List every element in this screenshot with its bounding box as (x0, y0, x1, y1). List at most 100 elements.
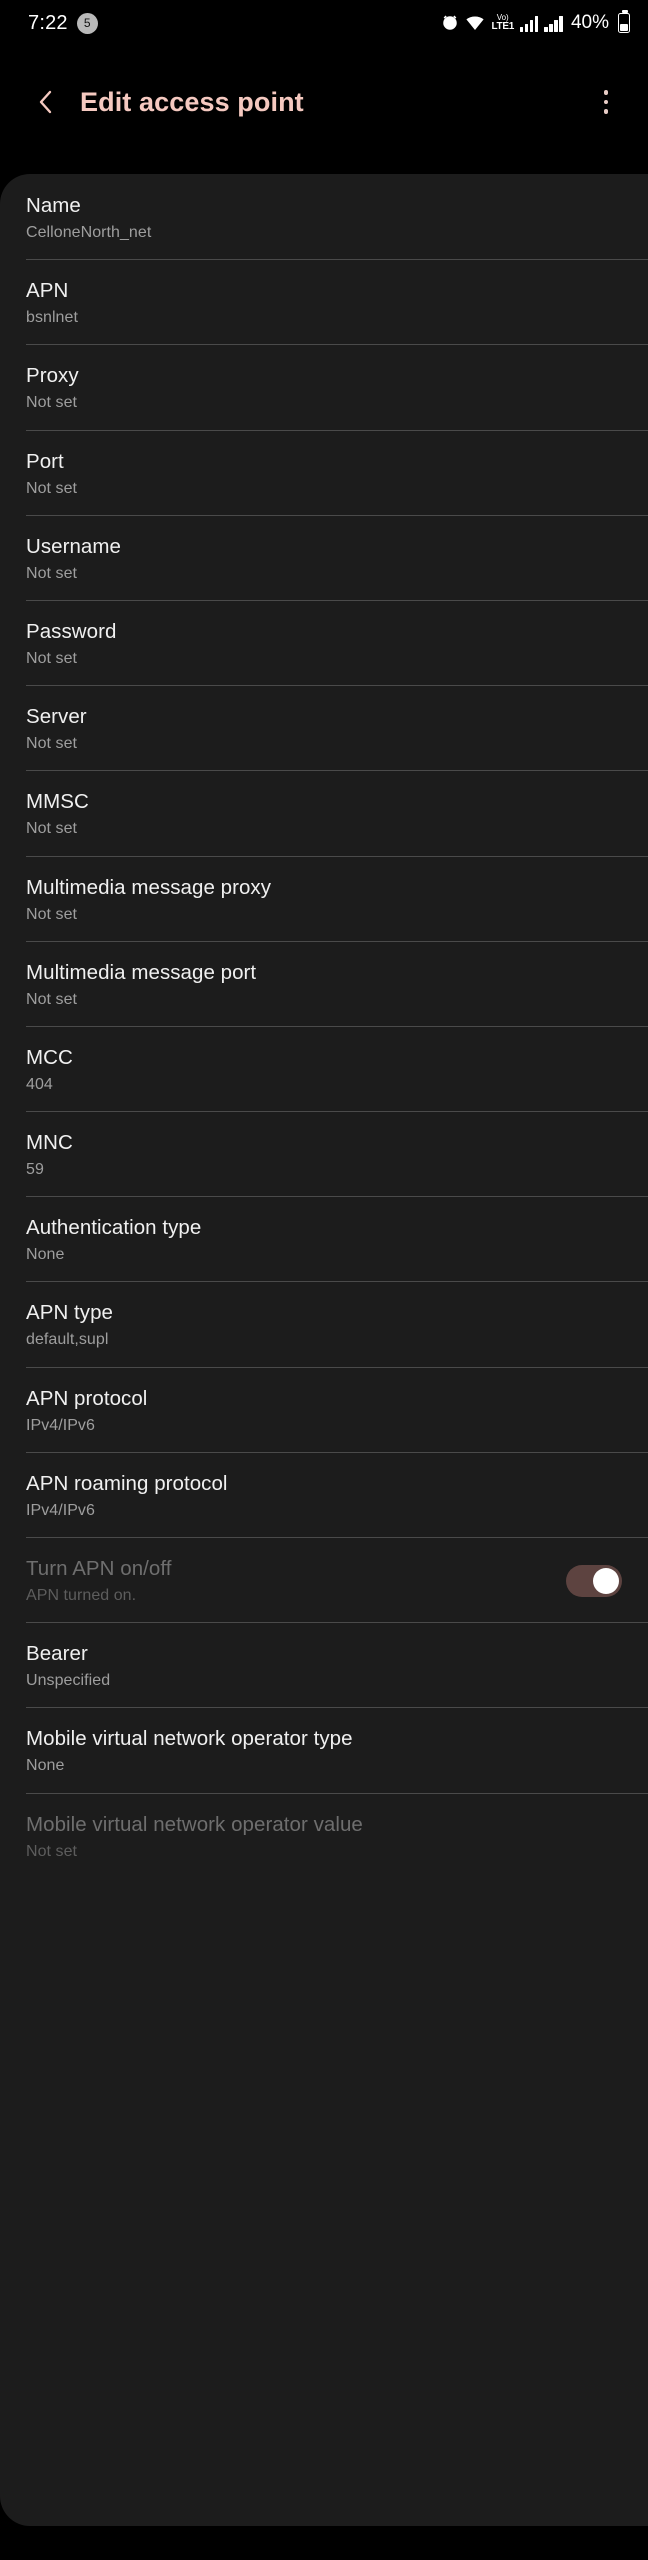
preference-summary: Not set (26, 649, 78, 667)
back-button[interactable] (26, 82, 66, 122)
volte-label: LTE1 (491, 21, 514, 32)
preference-row[interactable]: APN type default,supl (0, 1281, 648, 1366)
preference-row[interactable]: Username Not set (0, 514, 648, 600)
preference-title: APN roaming protocol (26, 1471, 228, 1495)
preference-texts: APN type default,supl (26, 1300, 113, 1349)
preference-texts: Name CelloneNorth_net (26, 193, 151, 242)
preference-summary: Not set (26, 1842, 78, 1860)
preference-summary: IPv4/IPv6 (26, 1501, 95, 1519)
preference-row[interactable]: Proxy Not set (0, 344, 648, 429)
status-bar-clock: 7:22 (28, 11, 68, 34)
status-bar-right: Vo) LTE1 40% (441, 10, 630, 34)
preference-texts: MNC 59 (26, 1130, 73, 1179)
preference-summary: 404 (26, 1075, 53, 1093)
preference-texts: MMSC Not set (26, 789, 89, 838)
phone-screen: 7:22 5 Vo) LTE1 40% Edit access point Na… (0, 0, 648, 2560)
preference-texts: Bearer Unspecified (26, 1641, 110, 1690)
preference-summary: 59 (26, 1161, 44, 1179)
preference-title: APN type (26, 1301, 113, 1325)
preference-title: Mobile virtual network operator value (26, 1812, 363, 1836)
preference-summary: bsnlnet (26, 309, 78, 327)
preference-summary: Not set (26, 394, 78, 412)
preference-row[interactable]: Name CelloneNorth_net (0, 174, 648, 259)
preference-summary: CelloneNorth_net (26, 224, 152, 241)
preference-title: Turn APN on/off (26, 1557, 172, 1580)
preference-row[interactable]: Turn APN on/off APN turned on. (0, 1537, 648, 1622)
preference-texts: Mobile virtual network operator type None (26, 1726, 353, 1775)
preference-summary: Not set (26, 479, 78, 497)
preference-title: MCC (26, 1045, 73, 1069)
preference-summary: Not set (26, 905, 78, 923)
preference-texts: Multimedia message proxy Not set (26, 875, 271, 924)
preference-title: APN (26, 279, 69, 303)
preference-title: Mobile virtual network operator type (26, 1727, 353, 1751)
preference-title: Name (26, 194, 81, 217)
status-bar-left: 7:22 5 (28, 12, 98, 35)
page-title: Edit access point (80, 86, 304, 117)
preference-row[interactable]: APN protocol IPv4/IPv6 (0, 1366, 648, 1452)
preference-list: Name CelloneNorth_net APN bsnlnet Proxy Not s… (0, 174, 648, 2526)
preference-row[interactable]: Password Not set (0, 599, 648, 685)
signal-icon-sim1 (519, 15, 539, 32)
chevron-left-icon (34, 87, 58, 117)
preference-summary: default,supl (26, 1331, 109, 1349)
preference-title: Username (26, 534, 121, 558)
overflow-menu-button[interactable] (586, 80, 626, 124)
preference-row[interactable]: Port Not set (0, 429, 648, 515)
preference-row[interactable]: Authentication type None (0, 1196, 648, 1281)
notification-count-badge: 5 (76, 12, 98, 34)
battery-percent-label: 40% (570, 12, 609, 33)
volte-icon: Vo) LTE1 (491, 14, 514, 32)
preference-row[interactable]: MMSC Not set (0, 770, 648, 855)
alarm-icon (441, 14, 459, 32)
preference-summary: Not set (26, 735, 78, 753)
preference-title: Password (26, 619, 117, 643)
preference-texts: APN bsnlnet (26, 278, 78, 327)
wifi-icon (465, 14, 485, 32)
preference-summary: Unspecified (26, 1672, 111, 1690)
apn-on-off-switch[interactable] (566, 1564, 622, 1597)
preference-row[interactable]: APN bsnlnet (0, 259, 648, 344)
preference-texts: APN roaming protocol IPv4/IPv6 (26, 1471, 228, 1520)
preference-title: Port (26, 449, 64, 473)
preference-texts: Proxy Not set (26, 363, 79, 412)
preference-row[interactable]: APN roaming protocol IPv4/IPv6 (0, 1451, 648, 1537)
preference-title: Bearer (26, 1642, 88, 1666)
signal-icon-sim2 (544, 15, 563, 32)
preference-title: Server (26, 705, 87, 729)
preference-texts: Turn APN on/off APN turned on. (26, 1556, 171, 1605)
preference-summary: IPv4/IPv6 (26, 1416, 95, 1434)
preference-row[interactable]: Multimedia message port Not set (0, 940, 648, 1026)
preference-summary: Not set (26, 990, 78, 1008)
toolbar: Edit access point (0, 46, 648, 158)
more-vertical-icon-dot (603, 99, 609, 105)
preference-texts: Authentication type None (26, 1215, 201, 1264)
preference-summary: APN turned on. (26, 1587, 137, 1604)
more-vertical-icon-dot (603, 90, 609, 95)
preference-row[interactable]: Server Not set (0, 685, 648, 770)
preference-texts: Password Not set (26, 619, 116, 668)
preference-texts: MCC 404 (26, 1045, 73, 1094)
preference-row[interactable]: Mobile virtual network operator type None (0, 1707, 648, 1792)
status-bar: 7:22 5 Vo) LTE1 40% (0, 0, 648, 46)
preference-row[interactable]: Mobile virtual network operator value Not… (0, 1792, 648, 1878)
preference-row[interactable]: MCC 404 (0, 1025, 648, 1111)
preference-row[interactable]: Multimedia message proxy Not set (0, 855, 648, 941)
preference-title: MNC (26, 1131, 73, 1155)
preference-title: Proxy (26, 364, 79, 388)
preference-title: Multimedia message proxy (26, 875, 272, 899)
preference-texts: Multimedia message port Not set (26, 960, 256, 1009)
preference-summary: None (26, 1757, 65, 1775)
switch-thumb (593, 1567, 619, 1594)
preference-texts: Server Not set (26, 704, 87, 753)
preference-title: Authentication type (26, 1216, 202, 1240)
preference-texts: Mobile virtual network operator value Not… (26, 1812, 363, 1861)
preference-texts: APN protocol IPv4/IPv6 (26, 1386, 147, 1435)
preference-title: Multimedia message port (26, 960, 257, 984)
preference-row[interactable]: Bearer Unspecified (0, 1622, 648, 1707)
battery-icon (618, 10, 630, 33)
preference-row[interactable]: MNC 59 (0, 1111, 648, 1196)
preference-title: APN protocol (26, 1386, 148, 1410)
preference-summary: None (26, 1246, 65, 1264)
more-vertical-icon-dot (603, 109, 609, 114)
